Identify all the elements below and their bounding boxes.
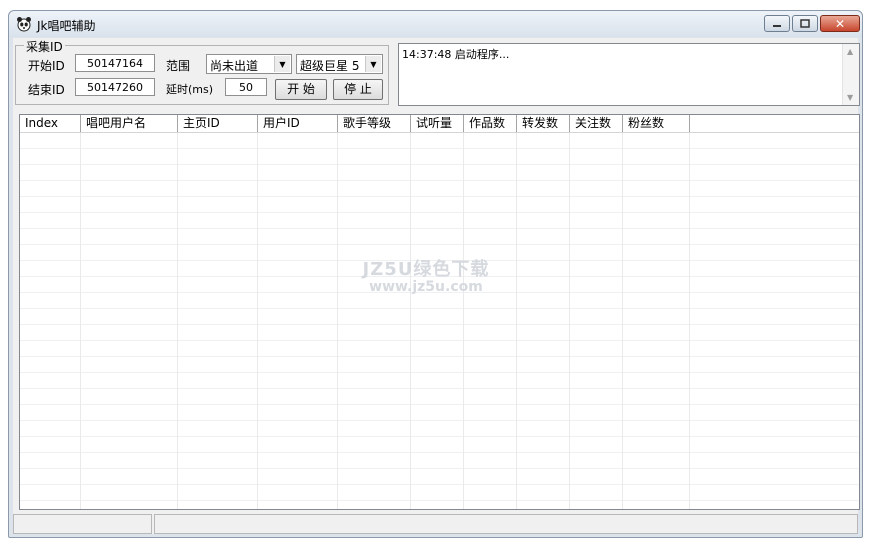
stop-button[interactable]: 停 止 — [333, 79, 383, 100]
end-id-label: 结束ID — [28, 83, 65, 97]
column-header-singer-level[interactable]: 歌手等级 — [338, 115, 411, 132]
range-select-value: 尚未出道 — [210, 59, 259, 73]
watermark-line1: JZ5U绿色下载 — [362, 259, 490, 280]
start-id-label: 开始ID — [28, 59, 65, 73]
dropdown-arrow-icon[interactable]: ▼ — [365, 56, 381, 72]
delay-input[interactable]: 50 — [225, 78, 267, 96]
status-bar — [13, 514, 858, 534]
column-divider — [410, 133, 411, 509]
scroll-down-icon[interactable]: ▼ — [847, 93, 853, 102]
column-header-reposts[interactable]: 转发数 — [517, 115, 570, 132]
end-id-input[interactable]: 50147260 — [75, 78, 155, 96]
column-header-works[interactable]: 作品数 — [464, 115, 517, 132]
list-body-gridlines — [20, 133, 859, 509]
log-scrollbar[interactable]: ▲ ▼ — [842, 44, 859, 105]
log-textarea[interactable]: 14:37:48 启动程序... ▲ ▼ — [398, 43, 860, 106]
column-divider — [689, 133, 690, 509]
group-title: 采集ID — [24, 38, 65, 55]
window-title: Jk唱吧辅助 — [37, 19, 96, 33]
minimize-button[interactable] — [764, 15, 790, 32]
minimize-icon — [773, 24, 781, 27]
column-divider — [569, 133, 570, 509]
watermark: JZ5U绿色下载 www.jz5u.com — [356, 255, 496, 295]
column-header-username[interactable]: 唱吧用户名 — [81, 115, 178, 132]
maximize-icon — [800, 19, 810, 28]
column-header-homepage-id[interactable]: 主页ID — [178, 115, 258, 132]
column-header-following[interactable]: 关注数 — [570, 115, 623, 132]
column-divider — [516, 133, 517, 509]
column-divider — [463, 133, 464, 509]
column-divider — [177, 133, 178, 509]
status-pane-1 — [13, 514, 152, 534]
start-id-input[interactable]: 50147164 — [75, 54, 155, 72]
watermark-line2: www.jz5u.com — [369, 279, 483, 295]
column-header-fans[interactable]: 粉丝数 — [623, 115, 690, 132]
level-select-value: 超级巨星 5 — [300, 59, 360, 73]
log-entry: 14:37:48 启动程序... — [402, 48, 510, 61]
level-select[interactable]: 超级巨星 5 ▼ — [296, 54, 383, 74]
column-header-user-id[interactable]: 用户ID — [258, 115, 338, 132]
column-header-listens[interactable]: 试听量 — [411, 115, 464, 132]
column-header-index[interactable]: Index — [20, 115, 81, 132]
column-divider — [337, 133, 338, 509]
column-divider — [257, 133, 258, 509]
list-header: Index 唱吧用户名 主页ID 用户ID 歌手等级 试听量 作品数 转发数 关… — [20, 115, 859, 133]
column-divider — [622, 133, 623, 509]
scroll-up-icon[interactable]: ▲ — [847, 47, 853, 56]
results-listview[interactable]: Index 唱吧用户名 主页ID 用户ID 歌手等级 试听量 作品数 转发数 关… — [19, 114, 860, 510]
status-pane-2 — [154, 514, 858, 534]
title-bar[interactable]: Jk唱吧辅助 ✕ — [9, 11, 862, 37]
range-select[interactable]: 尚未出道 ▼ — [206, 54, 292, 74]
range-label: 范围 — [166, 59, 191, 73]
dropdown-arrow-icon[interactable]: ▼ — [274, 56, 290, 72]
column-divider — [80, 133, 81, 509]
maximize-button[interactable] — [792, 15, 818, 32]
close-button[interactable]: ✕ — [820, 15, 860, 32]
delay-label: 延时(ms) — [166, 83, 214, 96]
start-button[interactable]: 开 始 — [275, 79, 327, 100]
close-icon: ✕ — [834, 16, 846, 31]
panda-app-icon — [17, 17, 31, 32]
